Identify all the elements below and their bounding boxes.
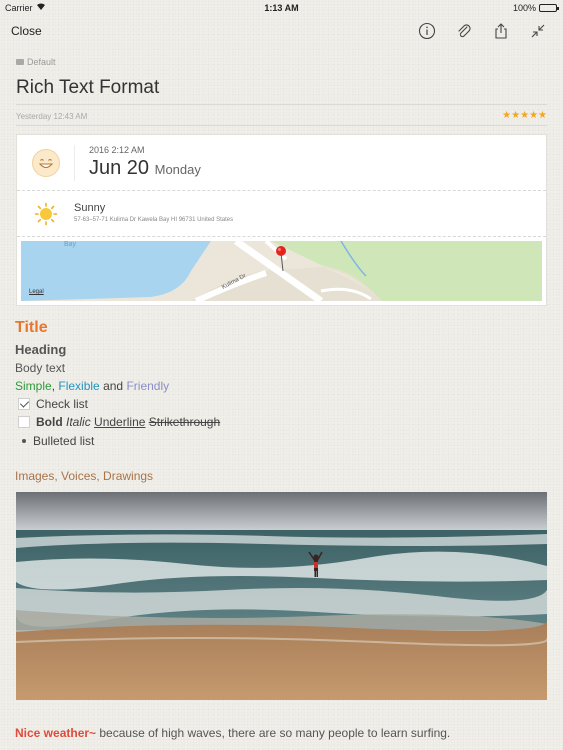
italic-text: Italic bbox=[66, 415, 91, 429]
sun-icon bbox=[34, 202, 58, 226]
location-map[interactable]: Bay Kulima Dr Legal bbox=[21, 241, 542, 301]
note-created-date: Yesterday 12:43 AM bbox=[16, 112, 88, 121]
status-bar: Carrier 1:13 AM 100% bbox=[0, 0, 563, 16]
weather-label: Sunny bbox=[74, 202, 106, 214]
bulleted-list-item[interactable]: Bulleted list bbox=[22, 434, 94, 448]
map-bay-label: Bay bbox=[64, 241, 77, 248]
battery-percent: 100% bbox=[512, 3, 536, 13]
bold-text: Bold bbox=[36, 415, 63, 429]
nice-weather-highlight: Nice weather~ bbox=[15, 726, 97, 740]
sample-title[interactable]: Title bbox=[15, 319, 48, 337]
weekday: Monday bbox=[154, 162, 201, 177]
date-separator bbox=[74, 145, 75, 181]
sample-heading[interactable]: Heading bbox=[15, 342, 66, 357]
navigation-bar: Close bbox=[0, 16, 563, 46]
folder-label[interactable]: Default bbox=[16, 57, 56, 67]
strikethrough-text: Strikethrough bbox=[148, 415, 221, 429]
battery-icon bbox=[539, 4, 559, 12]
close-button[interactable]: Close bbox=[11, 24, 42, 38]
check-list-label: Check list bbox=[36, 397, 89, 411]
title-divider bbox=[16, 104, 547, 105]
bulleted-list-label: Bulleted list bbox=[33, 434, 95, 448]
beach-photo-graphic bbox=[16, 492, 547, 700]
sample-colored-line[interactable]: Simple, Flexible and Friendly bbox=[15, 379, 169, 393]
media-caption[interactable]: Images, Voices, Drawings bbox=[15, 469, 153, 483]
date-day: Jun 20 bbox=[89, 157, 150, 179]
checked-checkbox-icon[interactable] bbox=[18, 398, 30, 410]
note-title[interactable]: Rich Text Format bbox=[16, 77, 159, 99]
note-footer-text[interactable]: Nice weather~ because of high waves, the… bbox=[15, 726, 450, 740]
bullet-icon bbox=[22, 439, 26, 443]
date-display: Jun 20 Monday bbox=[89, 157, 201, 180]
header-divider bbox=[16, 125, 547, 126]
beach-photo[interactable] bbox=[16, 492, 547, 700]
check-list-item-unchecked[interactable]: Bold Italic Underline Strikethrough bbox=[18, 415, 220, 429]
star-rating[interactable]: ★★★★★ bbox=[502, 110, 547, 121]
smile-icon[interactable] bbox=[32, 149, 60, 177]
year-time: 2016 2:12 AM bbox=[89, 145, 145, 155]
share-icon[interactable] bbox=[492, 22, 510, 40]
info-icon[interactable] bbox=[418, 22, 436, 40]
attachment-icon[interactable] bbox=[455, 22, 473, 40]
map-legal-link[interactable]: Legal bbox=[29, 289, 44, 295]
collapse-icon[interactable] bbox=[529, 22, 547, 40]
note-info-card: 2016 2:12 AM Jun 20 Monday Sunny 57-63–5… bbox=[16, 134, 547, 306]
footer-sentence: because of high waves, there are so many… bbox=[96, 726, 451, 740]
status-time: 1:13 AM bbox=[264, 3, 299, 13]
and-text: and bbox=[103, 379, 124, 393]
map-graphic bbox=[21, 241, 542, 301]
comma-text: , bbox=[51, 379, 56, 393]
location-address: 57-63–57-71 Kulima Dr Kawela Bay HI 9673… bbox=[74, 217, 234, 223]
simple-text: Simple bbox=[15, 379, 52, 393]
weather-row[interactable]: Sunny 57-63–57-71 Kulima Dr Kawela Bay H… bbox=[17, 191, 546, 237]
format-samples: Bold Italic Underline Strikethrough bbox=[36, 415, 220, 429]
date-row[interactable]: 2016 2:12 AM Jun 20 Monday bbox=[17, 135, 546, 191]
underline-text: Underline bbox=[94, 415, 146, 429]
friendly-text: Friendly bbox=[126, 379, 170, 393]
folder-name: Default bbox=[27, 57, 56, 67]
sample-body-text[interactable]: Body text bbox=[15, 361, 65, 375]
flexible-text: Flexible bbox=[58, 379, 100, 393]
unchecked-checkbox-icon[interactable] bbox=[18, 416, 30, 428]
folder-icon bbox=[16, 59, 24, 65]
check-list-item-checked[interactable]: Check list bbox=[18, 397, 88, 411]
